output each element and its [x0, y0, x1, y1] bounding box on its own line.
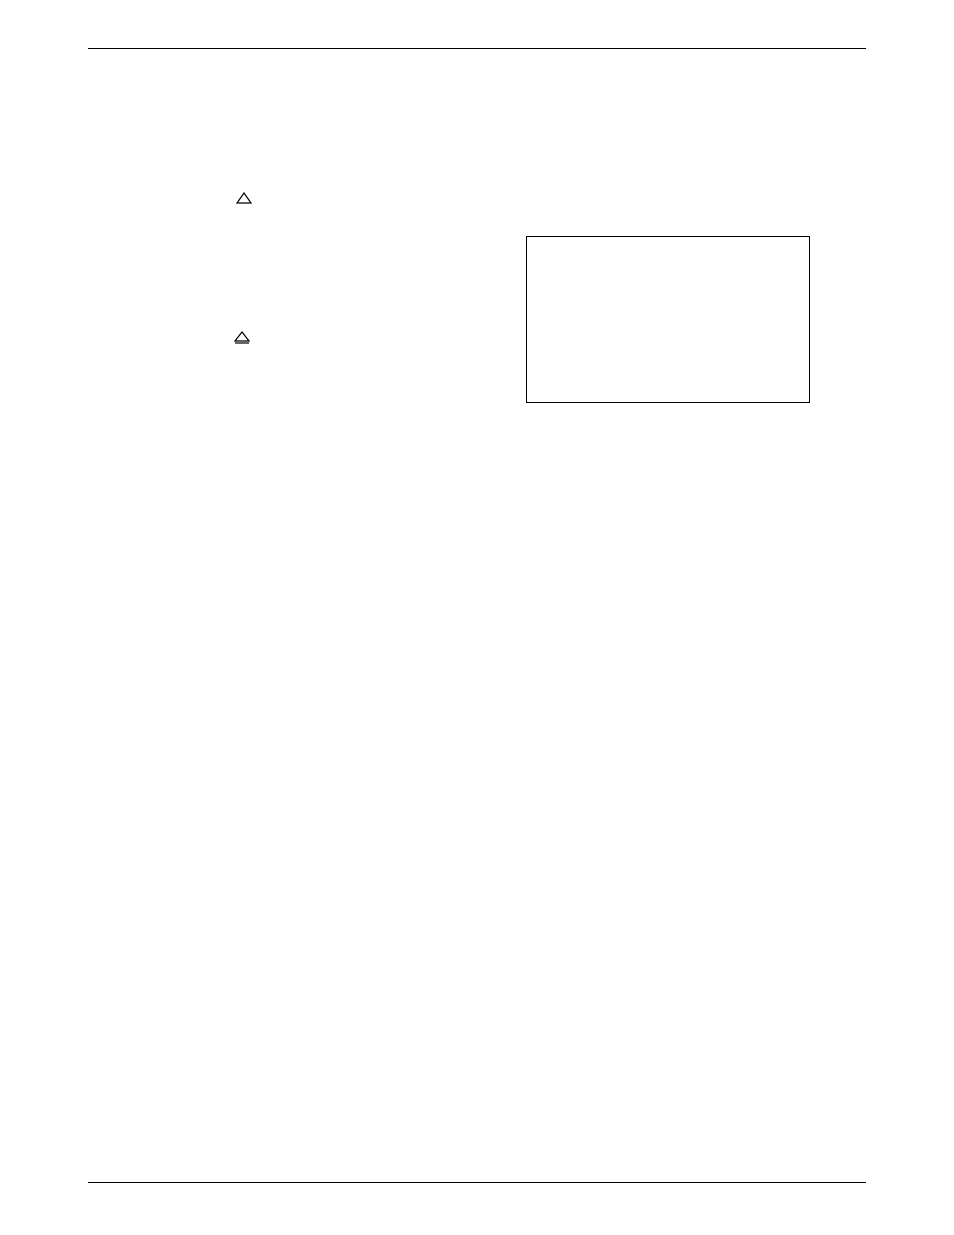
bottom-horizontal-rule — [88, 1182, 866, 1183]
callout-box — [526, 236, 810, 403]
triangle-icon — [196, 171, 252, 229]
top-horizontal-rule — [88, 48, 866, 49]
triangle-bar-icon — [234, 292, 250, 304]
